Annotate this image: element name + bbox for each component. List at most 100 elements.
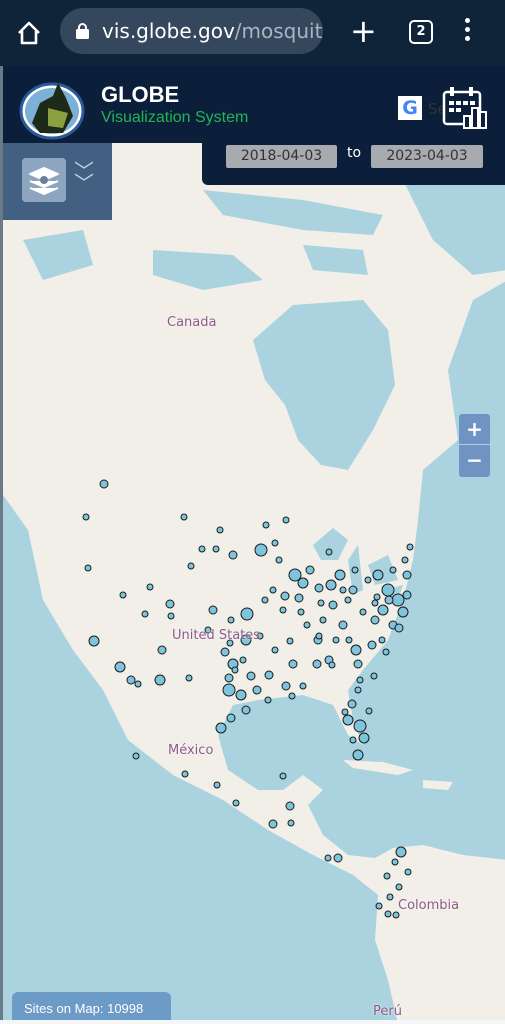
site-marker[interactable]: [359, 608, 367, 616]
site-marker[interactable]: [314, 583, 324, 593]
site-marker[interactable]: [406, 543, 414, 551]
site-marker[interactable]: [208, 605, 218, 615]
site-marker[interactable]: [185, 674, 193, 682]
site-marker[interactable]: [119, 591, 127, 599]
site-marker[interactable]: [215, 722, 227, 734]
site-marker[interactable]: [216, 526, 224, 534]
site-marker[interactable]: [294, 593, 304, 603]
site-marker[interactable]: [268, 819, 278, 829]
site-marker[interactable]: [239, 656, 247, 664]
site-marker[interactable]: [299, 682, 307, 690]
site-marker[interactable]: [287, 819, 295, 827]
site-marker[interactable]: [349, 736, 357, 744]
site-marker[interactable]: [394, 623, 404, 633]
site-marker[interactable]: [165, 599, 175, 609]
site-marker[interactable]: [370, 615, 380, 625]
site-marker[interactable]: [358, 732, 370, 744]
site-marker[interactable]: [305, 565, 315, 575]
site-marker[interactable]: [367, 640, 377, 650]
site-marker[interactable]: [254, 543, 268, 557]
site-marker[interactable]: [352, 749, 364, 761]
site-marker[interactable]: [364, 576, 372, 584]
site-marker[interactable]: [261, 596, 269, 604]
site-marker[interactable]: [227, 616, 235, 624]
site-marker[interactable]: [222, 683, 236, 697]
site-marker[interactable]: [373, 593, 381, 601]
site-marker[interactable]: [404, 868, 412, 876]
site-marker[interactable]: [334, 569, 346, 581]
site-marker[interactable]: [180, 513, 188, 521]
site-marker[interactable]: [282, 516, 290, 524]
site-marker[interactable]: [198, 545, 206, 553]
site-marker[interactable]: [141, 610, 149, 618]
site-marker[interactable]: [88, 635, 100, 647]
site-marker[interactable]: [232, 799, 240, 807]
site-marker[interactable]: [324, 854, 332, 862]
site-marker[interactable]: [114, 661, 126, 673]
site-marker[interactable]: [372, 569, 384, 581]
site-marker[interactable]: [325, 548, 333, 556]
site-marker[interactable]: [339, 586, 347, 594]
site-marker[interactable]: [275, 556, 283, 564]
site-marker[interactable]: [281, 681, 291, 691]
site-marker[interactable]: [391, 858, 399, 866]
site-marker[interactable]: [279, 606, 287, 614]
site-marker[interactable]: [342, 714, 354, 726]
site-marker[interactable]: [350, 644, 362, 656]
site-marker[interactable]: [395, 846, 407, 858]
site-marker[interactable]: [269, 586, 277, 594]
site-marker[interactable]: [317, 599, 325, 607]
site-marker[interactable]: [383, 872, 391, 880]
site-marker[interactable]: [157, 645, 167, 655]
site-marker[interactable]: [212, 545, 220, 553]
site-marker[interactable]: [401, 556, 409, 564]
site-marker[interactable]: [319, 616, 327, 624]
site-marker[interactable]: [279, 772, 287, 780]
home-icon[interactable]: [16, 20, 42, 46]
site-marker[interactable]: [220, 647, 230, 657]
site-marker[interactable]: [280, 591, 290, 601]
site-marker[interactable]: [325, 579, 337, 591]
site-marker[interactable]: [386, 893, 394, 901]
site-marker[interactable]: [246, 671, 256, 681]
site-marker[interactable]: [402, 570, 412, 580]
site-marker[interactable]: [328, 661, 336, 669]
site-marker[interactable]: [375, 902, 383, 910]
site-marker[interactable]: [312, 659, 322, 669]
site-marker[interactable]: [82, 513, 90, 521]
site-marker[interactable]: [397, 606, 409, 618]
site-marker[interactable]: [99, 479, 109, 489]
site-marker[interactable]: [288, 659, 298, 669]
site-marker[interactable]: [389, 566, 397, 574]
site-marker[interactable]: [344, 596, 352, 604]
start-date-input[interactable]: 2018-04-03: [226, 145, 337, 168]
site-marker[interactable]: [271, 646, 279, 654]
site-marker[interactable]: [402, 590, 412, 600]
site-marker[interactable]: [187, 562, 195, 570]
site-marker[interactable]: [356, 676, 364, 684]
site-marker[interactable]: [391, 593, 405, 607]
site-marker[interactable]: [333, 853, 343, 863]
site-marker[interactable]: [264, 696, 272, 704]
site-marker[interactable]: [384, 910, 392, 918]
site-marker[interactable]: [365, 707, 373, 715]
expand-chevron-icon[interactable]: ﹀ ﹀: [74, 161, 94, 193]
site-marker[interactable]: [353, 659, 363, 669]
site-marker[interactable]: [213, 781, 221, 789]
site-marker[interactable]: [226, 713, 236, 723]
site-marker[interactable]: [231, 666, 239, 674]
site-marker[interactable]: [285, 801, 295, 811]
site-marker[interactable]: [378, 636, 386, 644]
site-marker[interactable]: [354, 686, 362, 694]
new-tab-plus-icon[interactable]: +: [350, 14, 377, 48]
site-marker[interactable]: [126, 675, 136, 685]
site-marker[interactable]: [252, 685, 262, 695]
site-marker[interactable]: [264, 670, 274, 680]
site-marker[interactable]: [271, 539, 279, 547]
site-marker[interactable]: [370, 672, 378, 680]
site-marker[interactable]: [240, 607, 254, 621]
address-bar[interactable]: vis.globe.gov/mosquit: [60, 8, 323, 54]
site-marker[interactable]: [348, 585, 358, 595]
calendar-chart-icon[interactable]: [442, 86, 488, 130]
site-marker[interactable]: [338, 620, 348, 630]
